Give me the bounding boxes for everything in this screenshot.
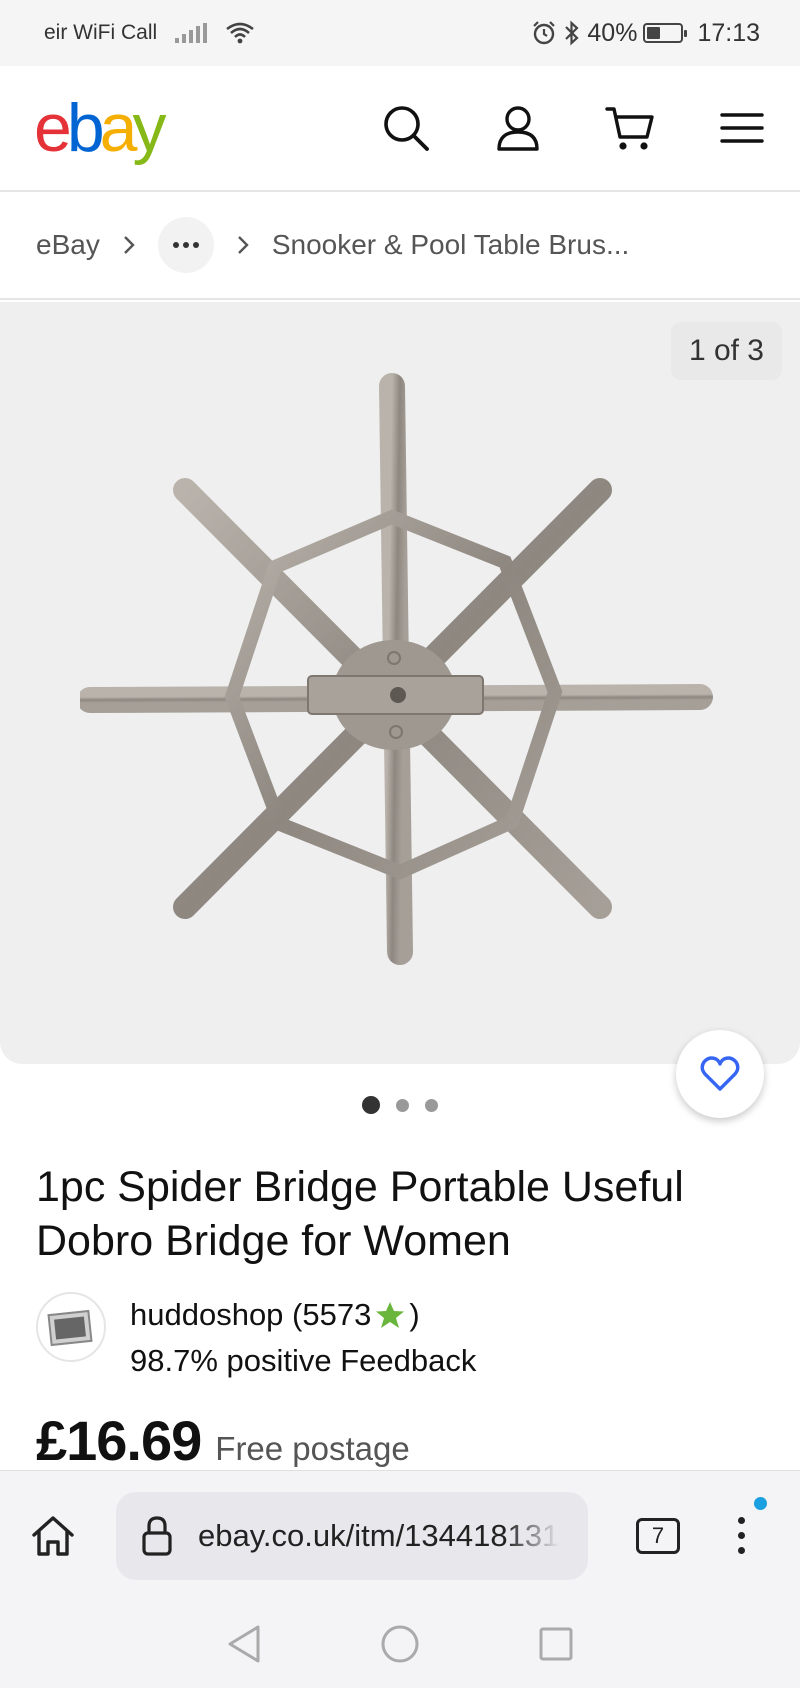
- bluetooth-icon: [565, 20, 579, 46]
- signal-icon: [175, 23, 208, 43]
- seller-avatar[interactable]: [36, 1292, 106, 1362]
- logo-letter: e: [34, 90, 72, 166]
- status-bar: eir WiFi Call 40% 17:13: [0, 0, 800, 66]
- home-nav-icon[interactable]: [380, 1624, 420, 1664]
- chevron-right-icon: [237, 236, 249, 254]
- heart-icon: [700, 1056, 740, 1091]
- gallery-dot[interactable]: [425, 1098, 438, 1112]
- notification-dot: [754, 1497, 767, 1510]
- tab-switcher-button[interactable]: 7: [636, 1517, 680, 1554]
- chevron-right-icon: [123, 236, 135, 254]
- item-price: £16.69: [36, 1409, 202, 1472]
- lock-icon: [142, 1515, 172, 1556]
- listing-title: 1pc Spider Bridge Portable Useful Dobro …: [36, 1163, 684, 1265]
- seller-name[interactable]: huddoshop (5573: [130, 1292, 371, 1338]
- status-time: 17:13: [697, 18, 760, 47]
- search-icon[interactable]: [380, 102, 432, 154]
- breadcrumb-more-button[interactable]: [157, 217, 214, 273]
- address-bar[interactable]: ebay.co.uk/itm/134418131: [116, 1491, 588, 1580]
- gallery-pagination[interactable]: [0, 1096, 800, 1114]
- recents-icon[interactable]: [538, 1626, 574, 1662]
- account-icon[interactable]: [492, 102, 544, 154]
- logo-letter: a: [99, 90, 138, 166]
- url-text[interactable]: ebay.co.uk/itm/134418131: [198, 1518, 559, 1554]
- breadcrumb-category[interactable]: Snooker & Pool Table Brus...: [272, 229, 629, 261]
- battery-icon: [643, 23, 688, 43]
- logo-letter: y: [132, 90, 166, 166]
- cart-icon[interactable]: [604, 102, 656, 154]
- logo-letter: b: [66, 90, 105, 166]
- site-header: ebay: [0, 66, 800, 192]
- battery-level: [647, 27, 661, 39]
- seller-feedback: 98.7% positive Feedback: [130, 1343, 477, 1378]
- product-image[interactable]: [80, 352, 720, 1012]
- postage-info: Free postage: [215, 1430, 410, 1467]
- browser-menu-button[interactable]: [738, 1497, 767, 1554]
- wifi-icon: [226, 22, 254, 44]
- battery-percent: 40%: [587, 18, 638, 47]
- ebay-logo[interactable]: ebay: [34, 90, 166, 166]
- breadcrumb-home[interactable]: eBay: [36, 229, 100, 261]
- gallery-dot[interactable]: [396, 1098, 409, 1112]
- seller-info[interactable]: huddoshop (5573 ) 98.7% positive Feedbac…: [36, 1292, 476, 1384]
- breadcrumb: eBay Snooker & Pool Table Brus...: [0, 192, 800, 300]
- system-nav-bar: [0, 1600, 800, 1688]
- back-icon[interactable]: [226, 1624, 262, 1664]
- product-image-gallery[interactable]: 1 of 3: [0, 302, 800, 1064]
- price-row: £16.69 Free postage: [36, 1408, 410, 1473]
- seller-name-suffix: ): [409, 1297, 420, 1332]
- home-icon[interactable]: [30, 1513, 76, 1559]
- browser-toolbar: ebay.co.uk/itm/134418131 7: [0, 1470, 800, 1600]
- gallery-dot[interactable]: [362, 1096, 380, 1114]
- seller-logo-icon: [47, 1309, 93, 1347]
- menu-icon[interactable]: [716, 102, 768, 154]
- alarm-icon: [533, 21, 556, 45]
- seller-star-icon: [376, 1302, 405, 1328]
- carrier-label: eir WiFi Call: [44, 21, 158, 44]
